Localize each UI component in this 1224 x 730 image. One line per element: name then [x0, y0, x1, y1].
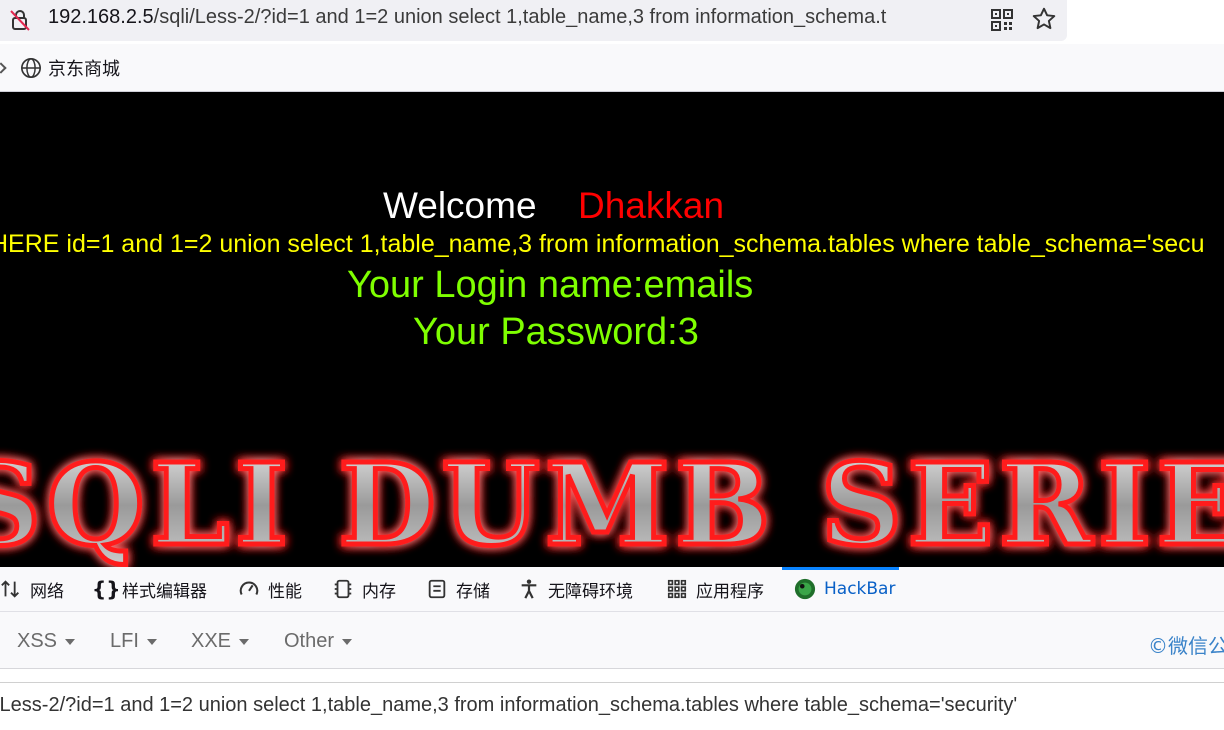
- tab-memory[interactable]: 内存: [332, 567, 396, 611]
- web-page: Welcome Dhakkan HERE id=1 and 1=2 union …: [0, 92, 1224, 567]
- address-bar-area: 192.168.2.5/sqli/Less-2/?id=1 and 1=2 un…: [0, 0, 1224, 44]
- sql-query-text: HERE id=1 and 1=2 union select 1,table_n…: [0, 230, 1205, 258]
- tab-hackbar[interactable]: HackBar: [781, 567, 900, 611]
- bookmarks-toolbar: 京东商城: [0, 44, 1224, 92]
- url-text[interactable]: 192.168.2.5/sqli/Less-2/?id=1 and 1=2 un…: [48, 6, 978, 29]
- menu-label: XSS: [17, 630, 58, 652]
- welcome-text: Welcome: [383, 185, 537, 226]
- qr-code-icon[interactable]: [990, 8, 1014, 32]
- tab-label: 样式编辑器: [122, 581, 207, 602]
- gauge-icon: [239, 581, 259, 595]
- tab-label: 无障碍环境: [548, 581, 633, 602]
- braces-icon: {}: [92, 577, 121, 601]
- tab-label: 性能: [268, 581, 302, 602]
- insecure-lock-icon[interactable]: [8, 8, 32, 32]
- tab-storage[interactable]: 存储: [426, 567, 490, 611]
- menu-xxe[interactable]: XXE: [191, 630, 250, 653]
- menu-label: XXE: [191, 630, 232, 652]
- hackbar-logo-icon: [794, 578, 816, 600]
- url-host: 192.168.2.5: [48, 6, 154, 28]
- menu-other[interactable]: Other: [284, 630, 353, 653]
- dhakkan-text: Dhakkan: [578, 185, 725, 226]
- menu-lfi[interactable]: LFI: [110, 630, 157, 653]
- tab-application[interactable]: 应用程序: [666, 567, 764, 611]
- hackbar-url-input[interactable]: /Less-2/?id=1 and 1=2 union select 1,tab…: [0, 682, 1224, 730]
- sqli-dumb-series-banner: SQLI DUMB SERIES-2: [0, 442, 1224, 567]
- tab-performance[interactable]: 性能: [238, 567, 302, 611]
- login-name-text: Your Login name:emails: [347, 264, 754, 306]
- hackbar-url-value[interactable]: /Less-2/?id=1 and 1=2 union select 1,tab…: [0, 694, 1017, 717]
- tab-accessibility[interactable]: 无障碍环境: [518, 567, 633, 611]
- password-text: Your Password:3: [413, 311, 699, 353]
- tab-label: 应用程序: [696, 581, 764, 602]
- tab-label: 网络: [30, 581, 64, 602]
- menu-label: Other: [284, 630, 335, 652]
- tab-label: 存储: [456, 581, 490, 602]
- network-arrows-icon: [1, 580, 19, 598]
- tab-network[interactable]: 网络: [0, 567, 64, 611]
- storage-icon: [428, 579, 446, 599]
- apps-grid-icon: [667, 579, 687, 599]
- menu-label: LFI: [110, 630, 139, 652]
- bookmark-label: 京东商城: [48, 59, 120, 80]
- devtools-tab-bar: 网络 {} 样式编辑器 性能 内存 存储 无障碍环境 应用程序 HackBar: [0, 567, 1224, 612]
- caret-down-icon: [146, 638, 157, 645]
- accessibility-icon: [521, 579, 537, 599]
- caret-down-icon: [65, 638, 76, 645]
- caret-down-icon: [239, 638, 250, 645]
- hackbar-toolbar: XSS LFI XXE Other ©微信公: [0, 612, 1224, 669]
- tab-label: HackBar: [824, 579, 896, 599]
- bookmark-jd[interactable]: 京东商城: [20, 57, 120, 80]
- caret-down-icon: [342, 638, 353, 645]
- banner-text: SQLI DUMB SERIES-2: [0, 442, 1224, 567]
- tab-style-editor[interactable]: {} 样式编辑器: [92, 567, 207, 611]
- watermark-text: ©微信公: [1148, 634, 1224, 658]
- bookmark-star-icon[interactable]: [1031, 6, 1057, 32]
- menu-xss[interactable]: XSS: [17, 630, 76, 653]
- tab-label: 内存: [362, 581, 396, 602]
- chevron-icon[interactable]: [0, 62, 7, 74]
- memory-chip-icon: [334, 579, 352, 599]
- url-path: /sqli/Less-2/?id=1 and 1=2 union select …: [153, 6, 887, 28]
- url-bar[interactable]: 192.168.2.5/sqli/Less-2/?id=1 and 1=2 un…: [0, 0, 1067, 41]
- globe-icon: [21, 58, 41, 78]
